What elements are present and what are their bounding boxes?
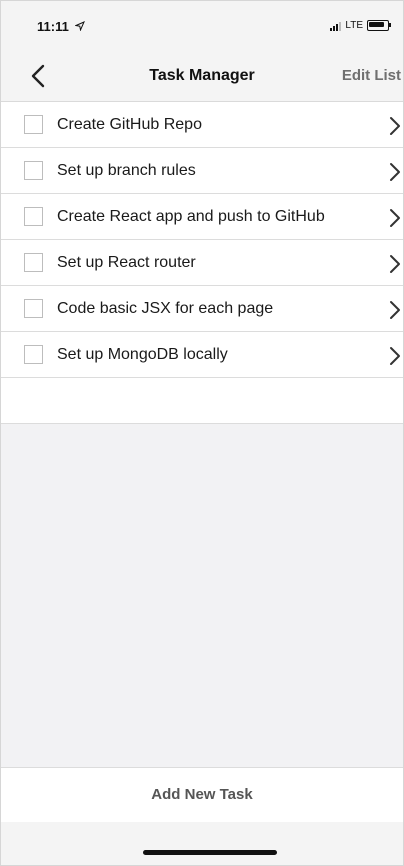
task-checkbox[interactable] xyxy=(24,345,43,364)
task-label: Create GitHub Repo xyxy=(57,116,202,133)
home-indicator[interactable] xyxy=(143,850,277,855)
chevron-right-icon xyxy=(390,347,400,365)
task-label: Set up MongoDB locally xyxy=(57,346,228,363)
chevron-right-icon xyxy=(390,163,400,181)
navigation-bar: Task Manager Edit List xyxy=(1,53,403,102)
task-row[interactable]: Create React app and push to GitHub xyxy=(1,194,403,240)
task-checkbox[interactable] xyxy=(24,161,43,180)
location-arrow-icon xyxy=(75,21,85,31)
task-list: Create GitHub Repo Set up branch rules C… xyxy=(1,102,403,378)
task-row[interactable]: Set up MongoDB locally xyxy=(1,332,403,378)
status-bar: 11:11 LTE xyxy=(1,1,403,53)
phone-screen: 11:11 LTE Task Manager Edit List Create … xyxy=(0,0,404,866)
task-row[interactable]: Set up React router xyxy=(1,240,403,286)
task-row[interactable]: Create GitHub Repo xyxy=(1,102,403,148)
task-row[interactable]: Set up branch rules xyxy=(1,148,403,194)
empty-list-area xyxy=(1,423,403,768)
task-checkbox[interactable] xyxy=(24,207,43,226)
task-label: Set up branch rules xyxy=(57,162,196,179)
bottom-safe-area xyxy=(1,822,403,865)
chevron-right-icon xyxy=(390,301,400,319)
task-label: Code basic JSX for each page xyxy=(57,300,274,317)
task-checkbox[interactable] xyxy=(24,253,43,272)
task-label: Set up React router xyxy=(57,254,196,271)
task-row[interactable]: Code basic JSX for each page xyxy=(1,286,403,332)
chevron-right-icon xyxy=(390,117,400,135)
status-indicators: LTE xyxy=(330,20,391,31)
network-label: LTE xyxy=(345,20,363,31)
task-checkbox[interactable] xyxy=(24,299,43,318)
task-checkbox[interactable] xyxy=(24,115,43,134)
signal-icon xyxy=(330,21,342,31)
chevron-right-icon xyxy=(390,255,400,273)
task-label: Create React app and push to GitHub xyxy=(57,208,325,225)
battery-icon xyxy=(367,20,391,31)
status-time: 11:11 xyxy=(37,19,69,34)
edit-list-button[interactable]: Edit List xyxy=(342,67,401,84)
chevron-right-icon xyxy=(390,209,400,227)
add-new-task-button[interactable]: Add New Task xyxy=(1,767,403,823)
